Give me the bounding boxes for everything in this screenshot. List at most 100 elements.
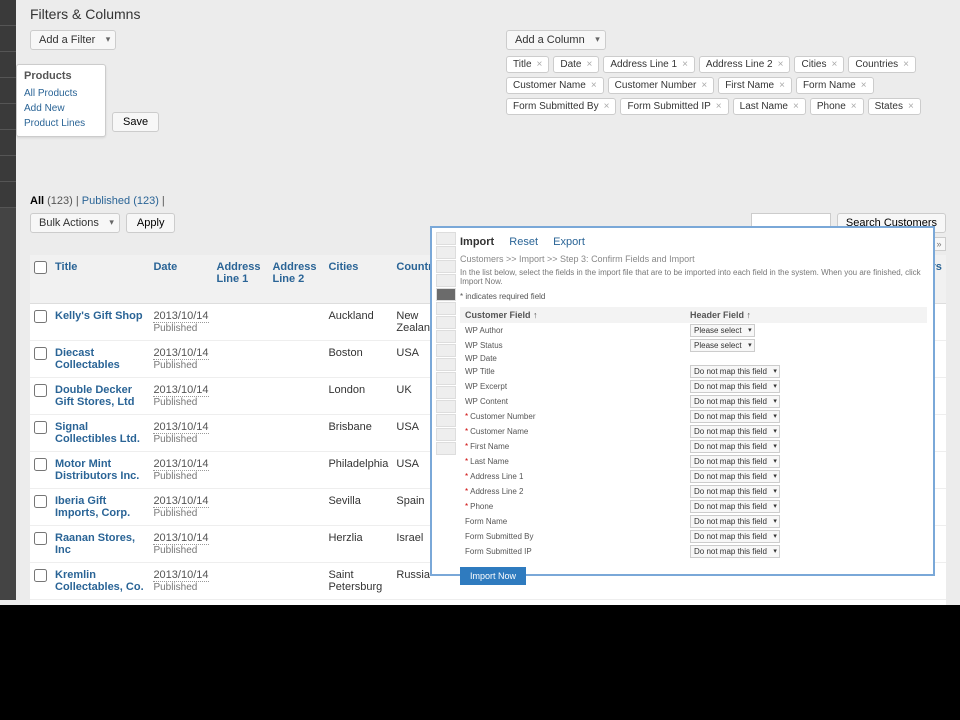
field-map-row: WP ContentDo not map this field xyxy=(460,394,927,409)
column-chip[interactable]: Date× xyxy=(553,56,599,73)
tab-import[interactable]: Import xyxy=(460,236,494,248)
map-select[interactable]: Do not map this field xyxy=(690,425,780,438)
column-chip[interactable]: Cities× xyxy=(794,56,844,73)
tab-reset[interactable]: Reset xyxy=(509,236,538,248)
close-icon[interactable]: × xyxy=(861,80,867,91)
column-chip[interactable]: States× xyxy=(868,98,921,115)
close-icon[interactable]: × xyxy=(682,59,688,70)
close-icon[interactable]: × xyxy=(591,80,597,91)
required-note: * indicates required field xyxy=(460,292,927,301)
import-now-button[interactable]: Import Now xyxy=(460,567,526,585)
row-checkbox[interactable] xyxy=(34,495,47,508)
row-title-link[interactable]: Motor Mint Distributors Inc. xyxy=(55,458,139,482)
page-title: Filters & Columns xyxy=(30,6,946,22)
row-title-link[interactable]: Kremlin Collectables, Co. xyxy=(55,569,144,593)
column-header[interactable]: Title xyxy=(51,255,149,304)
map-select[interactable]: Do not map this field xyxy=(690,380,780,393)
map-select[interactable]: Do not map this field xyxy=(690,485,780,498)
products-menu-item[interactable]: Product Lines xyxy=(24,116,98,131)
status-filter: All (123) | Published (123) | xyxy=(30,195,946,207)
field-map-row: *Address Line 2Do not map this field xyxy=(460,484,927,499)
published-filter-link[interactable]: Published (123) xyxy=(82,195,159,207)
column-chip[interactable]: Form Submitted IP× xyxy=(620,98,728,115)
add-column-select[interactable]: Add a Column xyxy=(506,30,606,50)
column-header[interactable]: Cities xyxy=(324,255,392,304)
row-title-link[interactable]: Diecast Collectables xyxy=(55,347,120,371)
tab-export[interactable]: Export xyxy=(553,236,585,248)
column-chip[interactable]: Phone× xyxy=(810,98,864,115)
select-all-checkbox[interactable] xyxy=(34,261,47,274)
field-map-row: *Customer NameDo not map this field xyxy=(460,424,927,439)
import-breadcrumb: Customers >> Import >> Step 3: Confirm F… xyxy=(460,254,927,264)
row-checkbox[interactable] xyxy=(34,532,47,545)
row-title-link[interactable]: Double Decker Gift Stores, Ltd xyxy=(55,384,134,408)
map-select[interactable]: Do not map this field xyxy=(690,530,780,543)
row-checkbox[interactable] xyxy=(34,458,47,471)
column-chip[interactable]: Form Name× xyxy=(796,77,874,94)
map-select[interactable]: Please select xyxy=(690,339,755,352)
add-filter-select[interactable]: Add a Filter xyxy=(30,30,116,50)
map-select[interactable]: Do not map this field xyxy=(690,410,780,423)
close-icon[interactable]: × xyxy=(793,101,799,112)
products-menu-item[interactable]: Add New xyxy=(24,101,98,116)
close-icon[interactable]: × xyxy=(604,101,610,112)
import-hint: In the list below, select the fields in … xyxy=(460,268,927,286)
row-checkbox[interactable] xyxy=(34,384,47,397)
field-map-row: Form Submitted ByDo not map this field xyxy=(460,529,927,544)
save-button[interactable]: Save xyxy=(112,112,159,132)
row-title-link[interactable]: Kelly's Gift Shop xyxy=(55,310,143,322)
map-select[interactable]: Do not map this field xyxy=(690,500,780,513)
close-icon[interactable]: × xyxy=(831,59,837,70)
column-chip[interactable]: Form Submitted By× xyxy=(506,98,616,115)
row-title-link[interactable]: Iberia Gift Imports, Corp. xyxy=(55,495,130,519)
close-icon[interactable]: × xyxy=(701,80,707,91)
row-checkbox[interactable] xyxy=(34,421,47,434)
field-map-row: *PhoneDo not map this field xyxy=(460,499,927,514)
field-map-row: *Address Line 1Do not map this field xyxy=(460,469,927,484)
column-chip[interactable]: Address Line 1× xyxy=(603,56,695,73)
admin-rail xyxy=(0,0,16,600)
products-menu-item[interactable]: All Products xyxy=(24,86,98,101)
field-map-row: WP Date xyxy=(460,353,927,364)
column-header[interactable]: Address Line 1 xyxy=(213,255,269,304)
field-map-row: WP ExcerptDo not map this field xyxy=(460,379,927,394)
close-icon[interactable]: × xyxy=(778,59,784,70)
bulk-actions-select[interactable]: Bulk Actions xyxy=(30,213,120,233)
field-map-row: Form NameDo not map this field xyxy=(460,514,927,529)
map-select[interactable]: Do not map this field xyxy=(690,545,780,558)
close-icon[interactable]: × xyxy=(779,80,785,91)
row-checkbox[interactable] xyxy=(34,347,47,360)
column-chip[interactable]: Customer Number× xyxy=(608,77,715,94)
map-select[interactable]: Do not map this field xyxy=(690,455,780,468)
apply-button[interactable]: Apply xyxy=(126,213,176,233)
close-icon[interactable]: × xyxy=(716,101,722,112)
close-icon[interactable]: × xyxy=(587,59,593,70)
close-icon[interactable]: × xyxy=(903,59,909,70)
row-checkbox[interactable] xyxy=(34,569,47,582)
map-select[interactable]: Please select xyxy=(690,324,755,337)
map-select[interactable]: Do not map this field xyxy=(690,470,780,483)
column-header[interactable]: Address Line 2 xyxy=(268,255,324,304)
row-title-link[interactable]: Signal Collectibles Ltd. xyxy=(55,421,140,445)
column-chip[interactable]: Address Line 2× xyxy=(699,56,791,73)
map-select[interactable]: Do not map this field xyxy=(690,395,780,408)
column-chip[interactable]: Countries× xyxy=(848,56,916,73)
column-chip[interactable]: Title× xyxy=(506,56,549,73)
field-map-row: *Last NameDo not map this field xyxy=(460,454,927,469)
column-chip[interactable]: Customer Name× xyxy=(506,77,604,94)
column-chip[interactable]: First Name× xyxy=(718,77,792,94)
close-icon[interactable]: × xyxy=(537,59,543,70)
close-icon[interactable]: × xyxy=(851,101,857,112)
map-select[interactable]: Do not map this field xyxy=(690,515,780,528)
field-map-row: WP AuthorPlease select xyxy=(460,323,927,338)
map-select[interactable]: Do not map this field xyxy=(690,365,780,378)
close-icon[interactable]: × xyxy=(908,101,914,112)
black-region xyxy=(0,605,960,720)
field-map-row: Form Submitted IPDo not map this field xyxy=(460,544,927,559)
map-select[interactable]: Do not map this field xyxy=(690,440,780,453)
row-title-link[interactable]: Raanan Stores, Inc xyxy=(55,532,135,556)
row-checkbox[interactable] xyxy=(34,310,47,323)
column-chip[interactable]: Last Name× xyxy=(733,98,806,115)
column-header[interactable]: Date xyxy=(149,255,212,304)
field-map-row: WP StatusPlease select xyxy=(460,338,927,353)
